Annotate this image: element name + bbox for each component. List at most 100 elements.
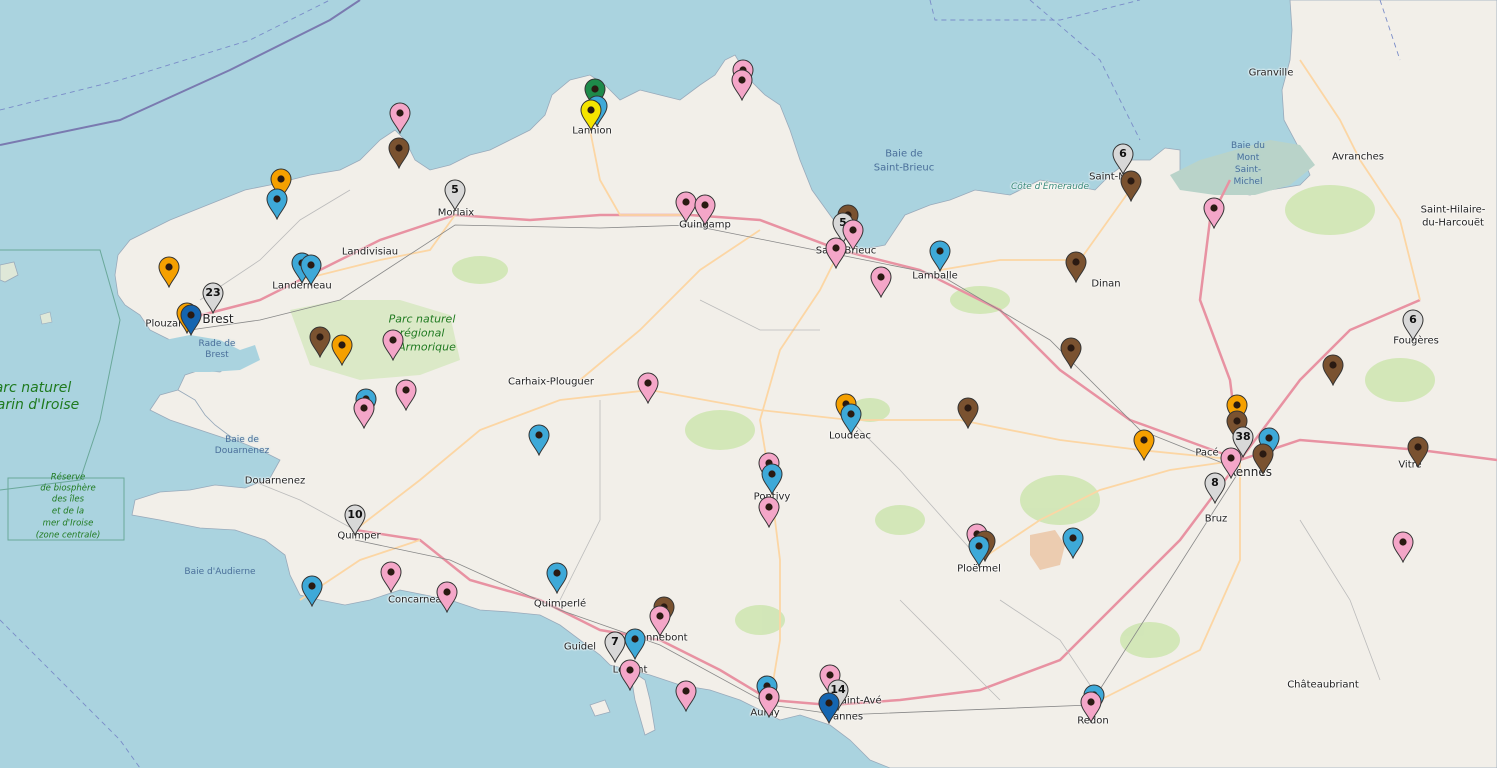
map-marker-brown[interactable] xyxy=(309,326,331,358)
map-pin-icon xyxy=(546,562,568,594)
map-marker-orange[interactable] xyxy=(158,256,180,288)
map-pin-icon xyxy=(388,137,410,169)
map-pin-icon xyxy=(528,424,550,456)
map-pin-icon xyxy=(436,581,458,613)
map-marker-pink[interactable] xyxy=(675,680,697,712)
map-cluster-marker[interactable]: 23 xyxy=(202,282,224,314)
map-pin-icon xyxy=(353,397,375,429)
map-pin-icon xyxy=(580,99,602,131)
map-marker-blue[interactable] xyxy=(300,254,322,286)
map-pin-icon xyxy=(649,605,671,637)
map-pin-icon xyxy=(1065,251,1087,283)
map-pin-icon xyxy=(180,304,202,336)
map-pin-icon xyxy=(619,659,641,691)
map-marker-pink[interactable] xyxy=(382,329,404,361)
map-marker-pink[interactable] xyxy=(731,69,753,101)
map-marker-brown[interactable] xyxy=(388,137,410,169)
map-pin-icon xyxy=(158,256,180,288)
map-pin-icon xyxy=(675,680,697,712)
map-marker-blue[interactable] xyxy=(761,463,783,495)
map-marker-blue[interactable] xyxy=(528,424,550,456)
map-pin-icon xyxy=(266,188,288,220)
map-marker-brown[interactable] xyxy=(957,397,979,429)
map-marker-pink[interactable] xyxy=(353,397,375,429)
map-marker-pink[interactable] xyxy=(1203,197,1225,229)
map-marker-pink[interactable] xyxy=(870,266,892,298)
map-marker-pink[interactable] xyxy=(389,102,411,134)
map-marker-pink[interactable] xyxy=(1392,531,1414,563)
map-pin-icon xyxy=(694,194,716,226)
map-cluster-marker[interactable]: 6 xyxy=(1402,309,1424,341)
map-marker-pink[interactable] xyxy=(380,561,402,593)
map-pin-icon xyxy=(389,102,411,134)
map-pin-icon xyxy=(968,535,990,567)
map-base-layer xyxy=(0,0,1497,768)
map-marker-brown[interactable] xyxy=(1322,354,1344,386)
map-pin-icon xyxy=(1407,436,1429,468)
map-marker-pink[interactable] xyxy=(758,686,780,718)
map-canvas[interactable]: Granville Avranches Saint-Hilaire- du-Ha… xyxy=(0,0,1497,768)
map-pin-icon xyxy=(309,326,331,358)
map-pin-icon xyxy=(1060,337,1082,369)
map-marker-pink[interactable] xyxy=(436,581,458,613)
map-marker-blue[interactable] xyxy=(968,535,990,567)
map-pin-icon xyxy=(301,575,323,607)
map-marker-brown[interactable] xyxy=(1252,443,1274,475)
map-marker-blue[interactable] xyxy=(266,188,288,220)
map-marker-darkblue[interactable] xyxy=(180,304,202,336)
map-marker-brown[interactable] xyxy=(1065,251,1087,283)
map-marker-blue[interactable] xyxy=(1062,527,1084,559)
map-pin-icon xyxy=(1392,531,1414,563)
map-marker-blue[interactable] xyxy=(624,628,646,660)
map-pin-icon xyxy=(380,561,402,593)
map-pin-icon xyxy=(382,329,404,361)
map-marker-blue[interactable] xyxy=(840,403,862,435)
map-marker-blue[interactable] xyxy=(929,240,951,272)
map-pin-icon xyxy=(870,266,892,298)
map-marker-pink[interactable] xyxy=(649,605,671,637)
map-cluster-marker[interactable]: 5 xyxy=(444,179,466,211)
map-cluster-marker[interactable]: 10 xyxy=(344,504,366,536)
map-marker-orange[interactable] xyxy=(331,334,353,366)
map-marker-brown[interactable] xyxy=(1407,436,1429,468)
map-marker-pink[interactable] xyxy=(637,372,659,404)
map-pin-icon xyxy=(825,237,847,269)
map-marker-blue[interactable] xyxy=(301,575,323,607)
map-marker-brown[interactable] xyxy=(1060,337,1082,369)
map-pin-icon xyxy=(1062,527,1084,559)
cluster-count: 10 xyxy=(347,508,363,521)
map-pin-icon xyxy=(1252,443,1274,475)
map-marker-darkblue[interactable] xyxy=(818,692,840,724)
map-marker-yellow[interactable] xyxy=(580,99,602,131)
map-pin-icon xyxy=(300,254,322,286)
map-marker-pink[interactable] xyxy=(395,379,417,411)
map-pin-icon xyxy=(957,397,979,429)
map-pin-icon xyxy=(331,334,353,366)
map-pin-icon xyxy=(761,463,783,495)
map-marker-pink[interactable] xyxy=(825,237,847,269)
cluster-count: 7 xyxy=(611,635,619,648)
map-marker-pink[interactable] xyxy=(758,496,780,528)
map-pin-icon xyxy=(1080,691,1102,723)
map-pin-icon xyxy=(758,496,780,528)
cluster-count: 6 xyxy=(1409,313,1417,326)
map-pin-icon xyxy=(1203,197,1225,229)
cluster-count: 5 xyxy=(451,183,459,196)
map-pin-icon xyxy=(1120,170,1142,202)
map-marker-brown[interactable] xyxy=(1120,170,1142,202)
map-pin-icon xyxy=(731,69,753,101)
map-pin-icon xyxy=(395,379,417,411)
cluster-count: 6 xyxy=(1119,147,1127,160)
map-marker-pink[interactable] xyxy=(619,659,641,691)
cluster-count: 8 xyxy=(1211,476,1219,489)
map-pin-icon xyxy=(758,686,780,718)
map-marker-pink[interactable] xyxy=(694,194,716,226)
map-pin-icon xyxy=(1133,429,1155,461)
map-marker-orange[interactable] xyxy=(1133,429,1155,461)
map-cluster-marker[interactable]: 8 xyxy=(1204,472,1226,504)
cluster-count: 38 xyxy=(1235,430,1251,443)
map-pin-icon xyxy=(840,403,862,435)
map-marker-blue[interactable] xyxy=(546,562,568,594)
cluster-count: 23 xyxy=(205,286,221,299)
map-marker-pink[interactable] xyxy=(1080,691,1102,723)
